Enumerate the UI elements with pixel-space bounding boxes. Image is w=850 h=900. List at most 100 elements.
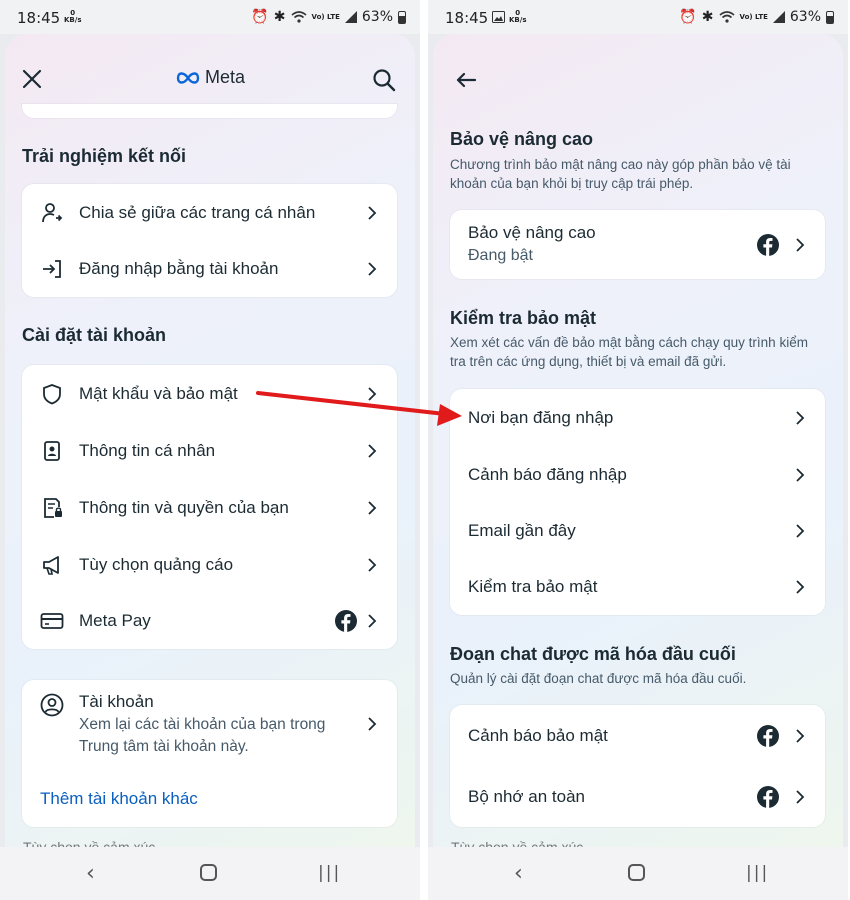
right-phone-screen: 18:45 0 KB/s ⏰ ✱ Vo) LTE 63% Bảo vệ nâng … [428,0,848,900]
section-title-e2e-chats: Đoạn chat được mã hóa đầu cuối [450,644,736,664]
gallery-icon [492,11,505,23]
battery-percent: 63% [789,9,821,25]
row-security-alerts[interactable]: Cảnh báo bảo mật [450,705,825,766]
nav-recents-button[interactable]: ||| [746,863,769,883]
row-label: Tùy chọn quảng cáo [79,554,234,574]
alarm-icon: ⏰ [679,9,697,25]
nav-home-button[interactable] [200,864,217,881]
row-label: Email gần đây [468,521,576,540]
brand-name: Meta [205,67,246,87]
row-security-checkup[interactable]: Kiểm tra bảo mật [450,559,825,615]
lte-indicator: Vo) LTE [311,12,340,21]
chevron-right-icon [368,262,377,276]
account-circle-icon [40,693,64,717]
network-speed: 0 KB/s [509,9,527,24]
row-advanced-protection[interactable]: Bảo vệ nâng cao Đang bật [450,210,825,279]
signal-icon [344,11,357,23]
chevron-right-icon [796,524,805,538]
row-label: Thông tin và quyền của bạn [79,497,289,517]
wifi-icon [291,11,307,23]
nav-recents-button[interactable]: ||| [318,863,341,883]
chevron-right-icon [368,500,377,515]
row-login-with-account[interactable]: Đăng nhập bằng tài khoản [22,241,397,297]
row-recent-emails[interactable]: Email gần đây [450,503,825,559]
settings-sheet: Meta Trải nghiệm kết nối Chia sẻ giữa cá… [5,34,415,847]
chevron-right-icon [368,443,377,458]
row-password-security[interactable]: Mật khẩu và bảo mật [22,365,397,422]
nav-back-button[interactable]: ‹ [514,861,523,886]
row-accounts[interactable]: Tài khoản Xem lại các tài khoản của bạn … [22,680,397,775]
chevron-right-icon [368,614,377,628]
section-title-security-check: Kiểm tra bảo mật [450,308,597,328]
nav-back-button[interactable]: ‹ [86,861,95,886]
signal-icon [772,11,785,23]
row-secure-storage[interactable]: Bộ nhớ an toàn [450,766,825,827]
row-login-alerts[interactable]: Cảnh báo đăng nhập [450,446,825,503]
row-label: Thông tin cá nhân [79,440,216,460]
add-account-link[interactable]: Thêm tài khoản khác [40,789,198,809]
left-phone-screen: 18:45 0 KB/s ⏰ ✱ Vo) LTE 63% Meta Trải n… [0,0,420,900]
nav-home-button[interactable] [628,864,645,881]
battery-percent: 63% [361,9,393,25]
back-arrow-icon[interactable] [453,67,479,93]
chevron-right-icon [796,789,805,804]
section-desc-e2e-chats: Quản lý cài đặt đoạn chat được mã hóa đầ… [450,671,747,686]
row-label: Kiểm tra bảo mật [468,577,598,596]
row-status: Đang bật [468,247,533,264]
row-share-profiles[interactable]: Chia sẻ giữa các trang cá nhân [22,184,397,241]
row-label: Meta Pay [79,611,151,630]
row-label: Mật khẩu và bảo mật [79,383,238,403]
meta-logo: Meta [175,67,245,88]
status-left-icons: 0 KB/s [492,10,526,24]
accounts-title: Tài khoản [79,692,154,711]
chevron-right-icon [796,467,805,482]
section-title-advanced-protection: Bảo vệ nâng cao [450,129,594,149]
accounts-description: Xem lại các tài khoản của bạn trong Trun… [79,716,326,755]
bluetooth-icon: ✱ [701,9,714,25]
system-nav-bar: ‹ ||| [428,847,848,900]
system-nav-bar: ‹ ||| [0,847,420,900]
e2e-chats-card: Cảnh báo bảo mật Bộ nhớ an toàn [450,705,825,827]
facebook-icon [757,785,779,808]
row-meta-pay[interactable]: Meta Pay [22,593,397,649]
chevron-right-icon [796,728,805,743]
alarm-icon: ⏰ [251,9,269,25]
chevron-right-icon [796,580,805,594]
battery-icon [826,10,834,24]
chevron-right-icon [368,386,377,401]
row-personal-info[interactable]: Thông tin cá nhân [22,422,397,479]
lte-indicator: Vo) LTE [739,12,768,21]
peek-text: Tùy chọn về cảm xúc [23,839,156,847]
status-time: 18:45 [445,9,489,27]
section-desc-advanced-protection: Chương trình bảo mật nâng cao này góp ph… [450,157,791,191]
row-info-and-permissions[interactable]: Thông tin và quyền của bạn [22,479,397,536]
login-arrow-icon [40,257,64,281]
accounts-card: Tài khoản Xem lại các tài khoản của bạn … [22,680,397,827]
wifi-icon [719,11,735,23]
chevron-right-icon [368,717,377,731]
close-icon[interactable] [19,66,45,92]
previous-card-edge [22,104,397,118]
row-label: Bảo vệ nâng cao [468,223,596,242]
status-left-icons: 0 KB/s [64,10,81,24]
security-check-card: Nơi bạn đăng nhập Cảnh báo đăng nhập Ema… [450,389,825,615]
facebook-icon [335,610,357,632]
row-label: Chia sẻ giữa các trang cá nhân [79,202,316,222]
chevron-right-icon [796,237,805,252]
status-bar: 18:45 0 KB/s ⏰ ✱ Vo) LTE 63% [428,0,848,34]
row-label: Đăng nhập bằng tài khoản [79,259,279,278]
row-ad-preferences[interactable]: Tùy chọn quảng cáo [22,536,397,593]
search-icon[interactable] [371,67,397,93]
credit-card-icon [40,609,64,633]
section-title-account-settings: Cài đặt tài khoản [22,325,167,345]
row-label: Cảnh báo bảo mật [468,725,608,745]
share-profile-icon [40,201,64,225]
document-lock-icon [40,496,64,520]
row-label: Bộ nhớ an toàn [468,786,586,806]
peek-text: Tùy chọn về cảm xúc [451,839,584,847]
row-where-logged-in[interactable]: Nơi bạn đăng nhập [450,389,825,446]
chevron-right-icon [796,410,805,425]
network-speed: 0 KB/s [64,9,82,24]
section-desc-security-check: Xem xét các vấn đề bảo mật bằng cách chạ… [450,335,808,369]
shield-icon [40,382,64,406]
